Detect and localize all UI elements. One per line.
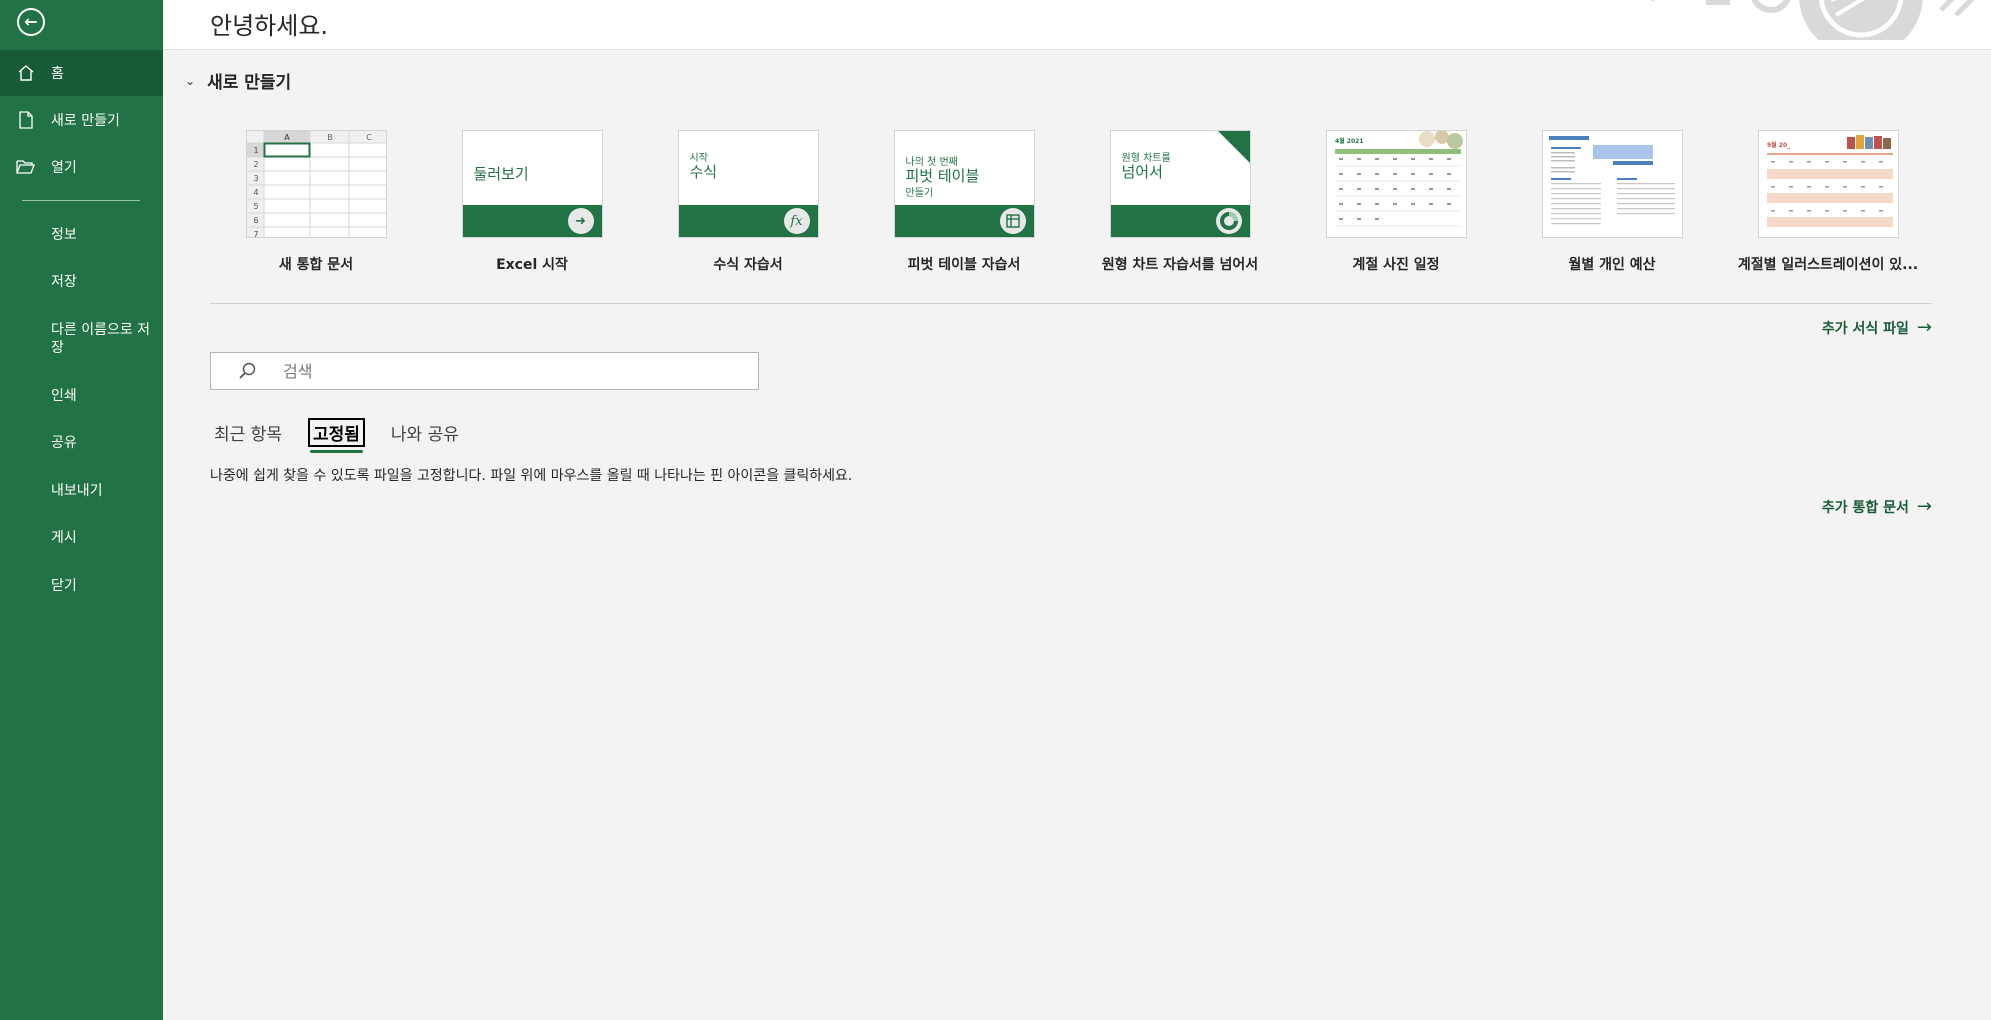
template-thumbnail: 원형 차트를 넘어서 — [1109, 130, 1251, 238]
pivot-table-icon — [999, 208, 1026, 234]
column-header: A — [284, 133, 290, 142]
greeting-banner: 안녕하세요. — [163, 0, 1991, 50]
sidebar-item-label: 닫기 — [51, 578, 77, 594]
thumbnail-text: 4월 2021 — [1335, 137, 1363, 145]
sidebar-divider — [22, 200, 140, 201]
sidebar-item-info[interactable]: 정보 — [0, 211, 163, 257]
row-header: 5 — [253, 202, 258, 211]
chevron-down-icon: ⌄ — [185, 73, 196, 88]
sidebar-item-close[interactable]: 닫기 — [0, 562, 163, 608]
column-header: C — [366, 133, 372, 142]
banner-decoration-icon — [1651, 0, 1975, 40]
sidebar-item-label: 게시 — [51, 530, 77, 546]
pie-chart-icon — [1215, 208, 1242, 234]
sidebar-item-publish[interactable]: 게시 — [0, 514, 163, 560]
sidebar-item-print[interactable]: 인쇄 — [0, 372, 163, 418]
main-content: 안녕하세요. ⌄ 새로 만들기 A B C 1 2 3 4 5 6 7 새 통합… — [163, 0, 1991, 1020]
more-templates-link[interactable]: 추가 서식 파일 → — [1822, 317, 1932, 338]
arrow-right-icon: → — [1916, 317, 1932, 338]
sidebar-item-label: 새로 만들기 — [51, 113, 120, 129]
template-thumbnail: 둘러보기 ➜ — [461, 130, 603, 238]
template-monthly-budget[interactable]: 월별 개인 예산 — [1512, 130, 1712, 274]
template-label: 새 통합 문서 — [278, 257, 354, 273]
thumbnail-text: 9월 20_ — [1767, 141, 1790, 149]
new-section-toggle[interactable]: ⌄ 새로 만들기 — [185, 68, 291, 93]
search-input[interactable] — [283, 361, 743, 381]
template-seasonal-calendar[interactable]: 4월 2021 계절 사진 일정 — [1296, 130, 1496, 274]
thumbnail-text: 둘러보기 — [473, 165, 529, 183]
more-workbooks-label: 추가 통합 문서 — [1821, 499, 1909, 516]
search-icon — [211, 362, 283, 380]
tab-pinned[interactable]: 고정됨 — [307, 418, 365, 453]
template-label: 수식 자습서 — [713, 257, 783, 273]
sidebar-item-open[interactable]: 열기 — [0, 144, 163, 190]
sidebar-item-share[interactable]: 공유 — [0, 419, 163, 465]
backstage-sidebar: ← 홈 새로 만들기 열기 정보 저장 다른 이름으로 저장 인쇄 공유 내보내… — [0, 0, 163, 1020]
function-icon: fx — [783, 208, 810, 234]
back-arrow-icon[interactable]: ← — [17, 8, 45, 36]
sidebar-item-export[interactable]: 내보내기 — [0, 467, 163, 513]
row-header: 7 — [253, 230, 258, 238]
sidebar-item-label: 내보내기 — [51, 483, 103, 499]
sidebar-item-save[interactable]: 저장 — [0, 258, 163, 304]
arrow-right-icon: ➜ — [567, 208, 594, 234]
sidebar-item-label: 저장 — [51, 274, 77, 290]
greeting-text: 안녕하세요. — [210, 12, 329, 40]
template-thumbnail — [1541, 130, 1683, 238]
sidebar-item-label: 홈 — [51, 66, 64, 82]
tab-recent[interactable]: 최근 항목 — [210, 418, 286, 447]
search-box[interactable] — [210, 352, 759, 390]
sidebar-item-label: 인쇄 — [51, 388, 77, 404]
template-thumbnail: 시작 수식 fx — [677, 130, 819, 238]
template-label: 원형 차트 자습서를 넘어서 — [1101, 257, 1259, 273]
template-thumbnail: A B C 1 2 3 4 5 6 7 — [245, 130, 387, 238]
more-workbooks-link[interactable]: 추가 통합 문서 → — [1822, 496, 1932, 517]
thumbnail-text: 넘어서 — [1121, 163, 1163, 181]
thumbnail-text: 피벗 테이블 — [905, 167, 980, 185]
sidebar-item-label: 공유 — [51, 435, 77, 451]
new-file-icon — [0, 111, 51, 129]
thumbnail-text: 수식 — [689, 163, 718, 181]
section-divider — [210, 303, 1932, 304]
template-label: 월별 개인 예산 — [1568, 257, 1656, 273]
sidebar-item-label: 다른 이름으로 저장 — [51, 322, 151, 356]
sidebar-item-new[interactable]: 새로 만들기 — [0, 97, 163, 143]
arrow-right-icon: → — [1916, 496, 1932, 517]
template-thumbnail: 나의 첫 번째 피벗 테이블 만들기 — [893, 130, 1035, 238]
tab-shared-with-me[interactable]: 나와 공유 — [387, 418, 463, 447]
template-pivot-tutorial[interactable]: 나의 첫 번째 피벗 테이블 만들기 피벗 테이블 자습서 — [864, 130, 1064, 274]
sidebar-item-save-as[interactable]: 다른 이름으로 저장 — [0, 312, 163, 366]
sidebar-item-home[interactable]: 홈 — [0, 50, 163, 96]
new-section-title: 새로 만들기 — [207, 73, 292, 93]
file-list-tabs: 최근 항목 고정됨 나와 공유 — [210, 418, 463, 453]
sidebar-item-label: 정보 — [51, 227, 77, 243]
new-ribbon-icon — [1217, 131, 1250, 163]
open-folder-icon — [0, 159, 51, 175]
template-pie-chart-tutorial[interactable]: 원형 차트를 넘어서 원형 차트 자습서를 넘어서 — [1080, 130, 1280, 274]
template-label: Excel 시작 — [496, 257, 568, 273]
template-label: 계절 사진 일정 — [1352, 257, 1440, 273]
thumbnail-subtext: 만들기 — [905, 188, 934, 199]
more-templates-label: 추가 서식 파일 — [1821, 320, 1909, 337]
sidebar-item-label: 열기 — [51, 160, 77, 176]
pinned-empty-message: 나중에 쉽게 찾을 수 있도록 파일을 고정합니다. 파일 위에 마우스를 올릴… — [210, 468, 853, 484]
template-thumbnail: 9월 20_ — [1757, 130, 1899, 238]
column-header: B — [327, 133, 333, 142]
template-label: 계절별 일러스트레이션이 있... — [1737, 257, 1919, 273]
row-header: 6 — [253, 216, 258, 225]
template-label: 피벗 테이블 자습서 — [907, 257, 1021, 273]
row-header: 2 — [253, 160, 258, 169]
template-seasonal-illustration[interactable]: 9월 20_ 계절별 일러스트레이션이 있... — [1728, 130, 1928, 274]
row-header: 3 — [253, 174, 258, 183]
row-header: 4 — [253, 188, 258, 197]
template-blank-workbook[interactable]: A B C 1 2 3 4 5 6 7 새 통합 문서 — [216, 130, 416, 274]
row-header: 1 — [253, 146, 258, 155]
template-formula-tutorial[interactable]: 시작 수식 fx 수식 자습서 — [648, 130, 848, 274]
home-icon — [0, 64, 51, 82]
template-thumbnail: 4월 2021 — [1325, 130, 1467, 238]
template-excel-tour[interactable]: 둘러보기 ➜ Excel 시작 — [432, 130, 632, 274]
